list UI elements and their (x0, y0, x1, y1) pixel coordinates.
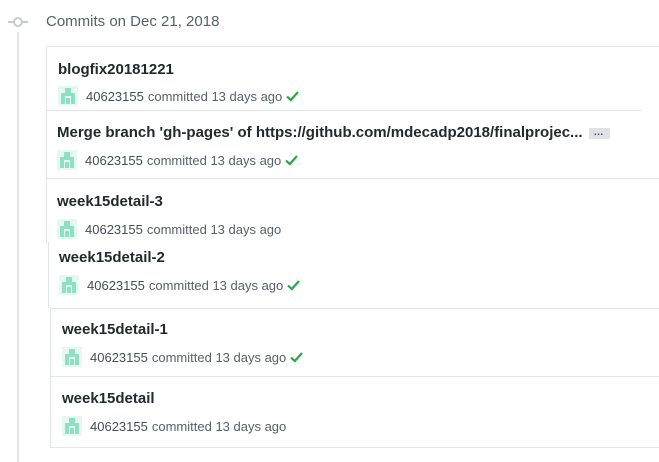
commit-time: 13 days ago (215, 418, 287, 434)
commit-message-link[interactable]: blogfix20181221 (58, 61, 174, 78)
commit-meta: 40623155 committed 13 days ago (59, 274, 301, 296)
commit-item: week15detail 40623155 committed 13 days … (50, 376, 659, 448)
commit-meta: 40623155 committed 13 days ago (62, 415, 286, 437)
commit-group-title: Commits on Dec 21, 2018 (46, 13, 220, 30)
commit-action: committed (151, 349, 212, 365)
git-commit-icon (8, 17, 28, 27)
commit-item: blogfix20181221 40623155 committed 13 da… (46, 46, 659, 111)
commit-action: committed (146, 152, 207, 168)
commit-message-link[interactable]: week15detail-2 (59, 249, 165, 266)
avatar[interactable] (62, 347, 82, 367)
commit-author-link[interactable]: 40623155 (90, 350, 148, 365)
commit-message-link[interactable]: week15detail (62, 390, 155, 407)
commit-item: week15detail-2 40623155 committed 13 day… (48, 242, 659, 308)
commit-author-link[interactable]: 40623155 (85, 222, 143, 237)
commit-time: 13 days ago (210, 221, 282, 237)
commit-time: 13 days ago (211, 88, 283, 104)
status-check-icon[interactable] (287, 279, 301, 291)
commit-action: committed (146, 221, 207, 237)
avatar[interactable] (58, 86, 78, 106)
timeline-line (17, 32, 19, 462)
expand-message-button[interactable]: … (588, 127, 610, 139)
commit-author-link[interactable]: 40623155 (90, 419, 148, 434)
commit-meta: 40623155 committed 13 days ago (58, 85, 300, 107)
commit-message-link[interactable]: week15detail-1 (62, 321, 168, 338)
commit-meta: 40623155 committed 13 days ago (57, 149, 299, 171)
status-check-icon[interactable] (290, 351, 304, 363)
avatar[interactable] (57, 219, 77, 239)
avatar[interactable] (62, 416, 82, 436)
commit-message-link[interactable]: Merge branch 'gh-pages' of https://githu… (57, 124, 610, 141)
commit-time: 13 days ago (210, 152, 282, 168)
commit-author-link[interactable]: 40623155 (85, 153, 143, 168)
commit-meta: 40623155 committed 13 days ago (57, 218, 281, 240)
commit-message-text[interactable]: Merge branch 'gh-pages' of https://githu… (57, 124, 583, 141)
commit-meta: 40623155 committed 13 days ago (62, 346, 304, 368)
commit-item: week15detail-3 40623155 committed 13 day… (46, 178, 659, 243)
commit-author-link[interactable]: 40623155 (86, 89, 144, 104)
commit-item: week15detail-1 40623155 committed 13 day… (50, 308, 659, 377)
commit-action: committed (148, 277, 209, 293)
commit-message-link[interactable]: week15detail-3 (57, 193, 163, 210)
commit-action: committed (147, 88, 208, 104)
status-check-icon[interactable] (286, 90, 300, 102)
avatar[interactable] (59, 275, 79, 295)
commit-time: 13 days ago (212, 277, 284, 293)
commit-author-link[interactable]: 40623155 (87, 278, 145, 293)
commit-time: 13 days ago (215, 349, 287, 365)
commit-action: committed (151, 418, 212, 434)
avatar[interactable] (57, 150, 77, 170)
status-check-icon[interactable] (285, 154, 299, 166)
commit-item: Merge branch 'gh-pages' of https://githu… (46, 110, 641, 179)
